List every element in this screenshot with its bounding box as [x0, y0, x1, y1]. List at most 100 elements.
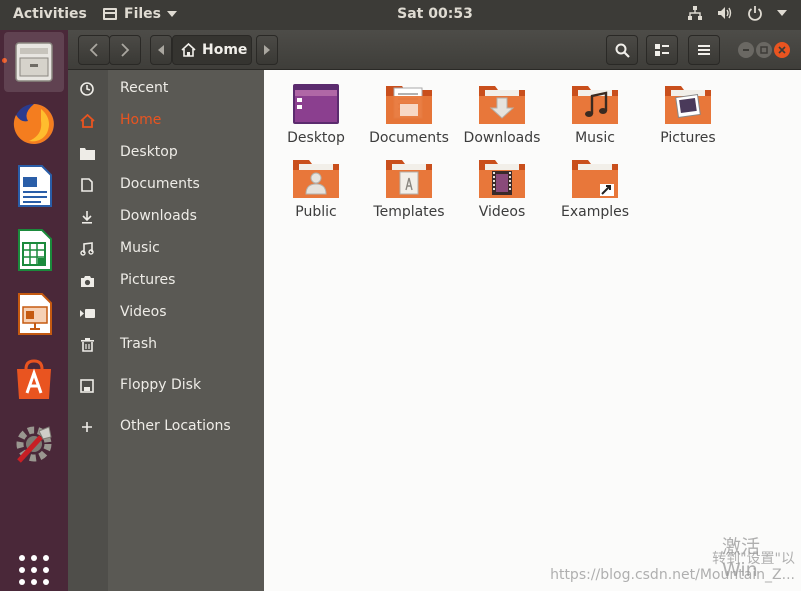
dock-files[interactable]: [4, 32, 64, 92]
top-bar: Activities Files Sat 00:53: [0, 0, 801, 30]
video-icon: [79, 308, 95, 318]
close-icon: [778, 46, 786, 54]
sidebar-item-label: Downloads: [120, 208, 197, 224]
sidebar-item-floppy-disk[interactable]: Floppy Disk: [68, 371, 264, 401]
maximize-button[interactable]: [756, 42, 772, 58]
trash-icon: [80, 338, 94, 352]
search-button[interactable]: [606, 35, 638, 65]
sidebar-item-label: Documents: [120, 176, 200, 192]
path-home-button[interactable]: Home: [172, 35, 252, 65]
sidebar-item-other-locations[interactable]: Other Locations: [68, 412, 264, 442]
sidebar-item-downloads[interactable]: Downloads: [68, 202, 264, 232]
minimize-icon: [743, 49, 749, 51]
dock-firefox[interactable]: [4, 94, 64, 154]
sidebar-item-label: Trash: [120, 336, 157, 352]
path-scroll-right[interactable]: [256, 35, 278, 65]
dock: [0, 30, 68, 591]
videos-folder-icon: [479, 160, 525, 198]
writer-icon: [18, 165, 52, 207]
sidebar-item-label: Other Locations: [120, 418, 231, 434]
sidebar-item-label: Recent: [120, 80, 169, 96]
power-icon: [748, 6, 762, 21]
dock-show-apps[interactable]: [4, 540, 64, 591]
public-folder-icon: [293, 160, 339, 198]
sidebar-item-label: Desktop: [120, 144, 178, 160]
firefox-icon: [13, 104, 54, 144]
sidebar-item-label: Home: [120, 112, 162, 128]
templates-folder-icon: [386, 160, 432, 198]
watermark-sub: 转到"设置"以: [712, 551, 795, 567]
floppy-icon: [80, 379, 94, 393]
file-item-pictures[interactable]: Pictures: [643, 82, 733, 156]
network-icon: [688, 6, 702, 20]
path-scroll-left[interactable]: [150, 35, 172, 65]
sidebar-item-trash[interactable]: Trash: [68, 330, 264, 360]
clock[interactable]: Sat 00:53: [0, 6, 801, 22]
document-icon: [81, 178, 93, 192]
music-folder-icon: [572, 86, 618, 124]
camera-icon: [80, 275, 94, 287]
chevron-left-icon: [158, 45, 164, 55]
dock-software[interactable]: [4, 350, 64, 410]
clock-icon: [80, 82, 94, 96]
view-toggle-button[interactable]: [646, 35, 678, 65]
dock-settings[interactable]: [4, 414, 64, 474]
file-item-desktop[interactable]: Desktop: [271, 82, 361, 156]
file-item-examples[interactable]: Examples: [550, 156, 640, 230]
file-item-videos[interactable]: Videos: [457, 156, 547, 230]
plus-icon: [82, 422, 92, 432]
documents-folder-icon: [386, 86, 432, 124]
home-icon: [79, 114, 95, 128]
file-item-documents[interactable]: Documents: [364, 82, 454, 156]
file-view[interactable]: Desktop Documents Downloads Music Pictur…: [264, 70, 801, 591]
file-item-public[interactable]: Public: [271, 156, 361, 230]
sidebar-item-label: Pictures: [120, 272, 176, 288]
music-icon: [80, 242, 94, 256]
software-icon: [17, 359, 51, 399]
sidebar-item-home[interactable]: Home: [68, 106, 264, 136]
sidebar-item-label: Videos: [120, 304, 167, 320]
impress-icon: [18, 293, 52, 335]
maximize-icon: [760, 46, 768, 54]
sidebar-item-pictures[interactable]: Pictures: [68, 266, 264, 296]
menu-button[interactable]: [688, 35, 720, 65]
file-item-templates[interactable]: Templates: [364, 156, 454, 230]
pictures-folder-icon: [665, 86, 711, 124]
show-apps-icon: [19, 555, 49, 585]
watermark: 转到"设置"以 https://blog.csdn.net/Mountain_Z…: [550, 551, 795, 583]
sidebar: Recent Home Desktop Documents Downloads …: [68, 70, 264, 591]
sidebar-item-music[interactable]: Music: [68, 234, 264, 264]
path-label: Home: [202, 42, 248, 58]
back-button[interactable]: [78, 35, 110, 65]
files-window: Home Recent Home Desktop Documents Downl…: [68, 30, 801, 591]
home-icon: [181, 43, 196, 57]
file-label: Examples: [560, 204, 630, 220]
system-tray[interactable]: [687, 5, 787, 21]
file-item-downloads[interactable]: Downloads: [457, 82, 547, 156]
examples-folder-icon: [572, 160, 618, 198]
files-icon: [15, 42, 53, 82]
hamburger-icon: [698, 45, 710, 55]
sidebar-item-videos[interactable]: Videos: [68, 298, 264, 328]
chevron-down-icon: [777, 10, 787, 16]
search-icon: [615, 43, 630, 58]
close-button[interactable]: [774, 42, 790, 58]
minimize-button[interactable]: [738, 42, 754, 58]
sidebar-item-recent[interactable]: Recent: [68, 74, 264, 104]
download-icon: [82, 211, 92, 224]
dock-writer[interactable]: [4, 156, 64, 216]
calc-icon: [18, 229, 52, 271]
sidebar-item-label: Floppy Disk: [120, 377, 202, 393]
sidebar-item-desktop[interactable]: Desktop: [68, 138, 264, 168]
dock-calc[interactable]: [4, 220, 64, 280]
forward-button[interactable]: [109, 35, 141, 65]
header-bar: Home: [68, 30, 801, 70]
list-view-icon: [655, 44, 669, 56]
sidebar-item-documents[interactable]: Documents: [68, 170, 264, 200]
desktop-folder-icon: [293, 84, 339, 124]
chevron-right-icon: [121, 43, 130, 57]
file-label: Pictures: [660, 130, 716, 146]
chevron-right-icon: [264, 45, 270, 55]
file-item-music[interactable]: Music: [550, 82, 640, 156]
dock-impress[interactable]: [4, 284, 64, 344]
